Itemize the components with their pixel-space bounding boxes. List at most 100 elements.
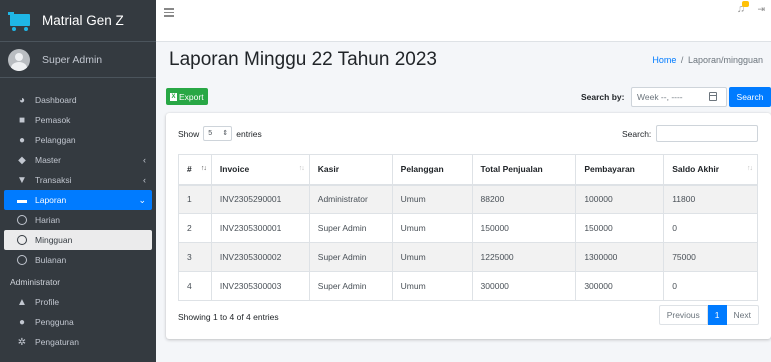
table-cell: 150000 (575, 213, 665, 243)
sort-asc-icon: ↑↓ (200, 165, 207, 172)
sidebar-item-label: Harian (35, 215, 61, 225)
show-label: Show (178, 128, 200, 139)
chevron-down-icon: ⌄ (138, 194, 146, 205)
excel-icon: X (170, 92, 177, 101)
breadcrumb: Home / Laporan/mingguan (652, 55, 763, 65)
box-icon: ◆ (18, 154, 26, 166)
search-button[interactable]: Search (729, 87, 771, 107)
table-cell: Umum (392, 184, 473, 214)
sidebar-item-pengguna[interactable]: ● Pengguna (4, 312, 152, 332)
sort-icon: ↑↓ (298, 165, 305, 172)
sidebar-item-laporan[interactable]: ▬ Laporan ⌄ (4, 190, 152, 210)
column-header-no[interactable]: # ↑↓ (178, 154, 212, 186)
table-cell: INV2305300002 (211, 242, 310, 272)
export-button[interactable]: X Export (166, 88, 208, 105)
topbar: ♫ ⇥ (156, 0, 771, 42)
sidebar-item-pengaturan[interactable]: ✲ Pengaturan (4, 332, 152, 352)
column-header-saldo-akhir[interactable]: Saldo Akhir ↑↓ (663, 154, 758, 186)
circle-icon (16, 254, 28, 266)
breadcrumb-current: Laporan/mingguan (687, 55, 763, 65)
brand[interactable]: Matrial Gen Z (0, 0, 156, 42)
logout-icon[interactable]: ⇥ (757, 4, 765, 15)
sidebar-item-mingguan[interactable]: Mingguan (4, 230, 152, 250)
table-cell: 0 (663, 213, 758, 243)
avatar (8, 48, 30, 71)
table-header-row: # ↑↓ Invoice ↑↓ Kasir Pelanggan Total Penj… (178, 154, 758, 186)
menu-toggle-icon[interactable] (164, 8, 174, 19)
sidebar-item-label: Pengaturan (35, 337, 79, 347)
table-cell: 88200 (472, 184, 577, 214)
table-cell: Super Admin (309, 271, 393, 301)
table-cell: 1 (178, 184, 212, 214)
sidebar-item-harian[interactable]: Harian (4, 210, 152, 230)
sidebar-item-pelanggan[interactable]: ● Pelanggan (4, 130, 152, 150)
report-table: # ↑↓ Invoice ↑↓ Kasir Pelanggan Total Penj… (178, 154, 758, 301)
table-cell: Administrator (309, 184, 393, 214)
table-row[interactable]: 2 INV2305300001 Super Admin Umum 150000 … (178, 213, 758, 243)
column-header-kasir[interactable]: Kasir (309, 154, 393, 186)
table-cell: 3 (178, 242, 212, 272)
brand-name: Matrial Gen Z (42, 13, 124, 28)
table-info: Showing 1 to 4 of 4 entries (178, 312, 279, 322)
report-card: Show 5 ⇕ entries Search: # ↑↓ Invoice ↑↓ K… (166, 113, 771, 339)
pagination-page[interactable]: 1 (707, 305, 727, 325)
sidebar-nav: ◕ Dashboard ■ Pemasok ● Pelanggan ◆ Mast… (0, 78, 156, 352)
sidebar-item-label: Pengguna (35, 317, 74, 327)
sidebar-item-label: Laporan (35, 195, 67, 205)
report-icon: ▬ (17, 194, 27, 206)
truck-icon: ■ (18, 114, 26, 126)
pagination-next[interactable]: Next (726, 305, 759, 325)
table-cell: INV2305300003 (211, 271, 310, 301)
column-header-pembayaran[interactable]: Pembayaran (575, 154, 665, 186)
column-header-total-penjualan[interactable]: Total Penjualan (472, 154, 577, 186)
cart-icon: ▼ (17, 174, 27, 186)
entries-value: 5 (208, 130, 213, 137)
pagination: Previous 1 Next (658, 305, 759, 325)
sidebar-item-transaksi[interactable]: ▼ Transaksi ‹ (4, 170, 152, 190)
table-cell: INV2305290001 (211, 184, 310, 214)
table-cell: Super Admin (309, 213, 393, 243)
entries-label: entries (236, 128, 262, 139)
select-arrows-icon: ⇕ (222, 130, 229, 137)
chevron-left-icon: ‹ (143, 155, 146, 165)
table-search-input[interactable] (656, 125, 758, 142)
table-cell: 300000 (575, 271, 665, 301)
user-icon: ▲ (17, 296, 27, 308)
table-row[interactable]: 4 INV2305300003 Super Admin Umum 300000 … (178, 271, 758, 301)
search-by-label: Search by: (581, 92, 625, 102)
table-row[interactable]: 3 INV2305300002 Super Admin Umum 1225000… (178, 242, 758, 272)
sidebar-item-profile[interactable]: ▲ Profile (4, 292, 152, 312)
sidebar-item-label: Pelanggan (35, 135, 76, 145)
user-panel[interactable]: Super Admin (0, 42, 156, 78)
pagination-previous[interactable]: Previous (658, 305, 708, 325)
chevron-left-icon: ‹ (143, 175, 146, 185)
table-cell: 300000 (472, 271, 577, 301)
page-title: Laporan Minggu 22 Tahun 2023 (169, 49, 437, 70)
sidebar: Matrial Gen Z Super Admin ◕ Dashboard ■ … (0, 0, 156, 362)
sidebar-item-label: Dashboard (35, 95, 77, 105)
table-cell: 1300000 (575, 242, 665, 272)
circle-icon (16, 214, 28, 226)
table-search-label: Search: (622, 129, 652, 139)
sidebar-item-dashboard[interactable]: ◕ Dashboard (4, 90, 152, 110)
sidebar-item-bulanan[interactable]: Bulanan (4, 250, 152, 270)
breadcrumb-home-link[interactable]: Home (652, 55, 676, 65)
column-header-pelanggan[interactable]: Pelanggan (392, 154, 473, 186)
table-row[interactable]: 1 INV2305290001 Administrator Umum 88200… (178, 184, 758, 214)
entries-select[interactable]: 5 ⇕ (203, 126, 233, 141)
table-cell: Umum (392, 242, 473, 272)
sort-icon: ↑↓ (747, 165, 753, 172)
table-cell: Umum (392, 213, 473, 243)
table-cell: 75000 (663, 242, 758, 272)
user-name: Super Admin (42, 53, 103, 66)
week-input[interactable]: Week --, ---- (631, 87, 727, 107)
circle-icon (16, 234, 28, 246)
sidebar-item-master[interactable]: ◆ Master ‹ (4, 150, 152, 170)
sidebar-item-pemasok[interactable]: ■ Pemasok (4, 110, 152, 130)
sidebar-item-label: Bulanan (35, 255, 67, 265)
column-header-invoice[interactable]: Invoice ↑↓ (211, 154, 310, 186)
table-cell: 150000 (472, 213, 577, 243)
sidebar-header-administrator: Administrator (10, 277, 61, 287)
tachometer-icon: ◕ (18, 94, 26, 106)
calendar-icon[interactable] (709, 92, 717, 101)
